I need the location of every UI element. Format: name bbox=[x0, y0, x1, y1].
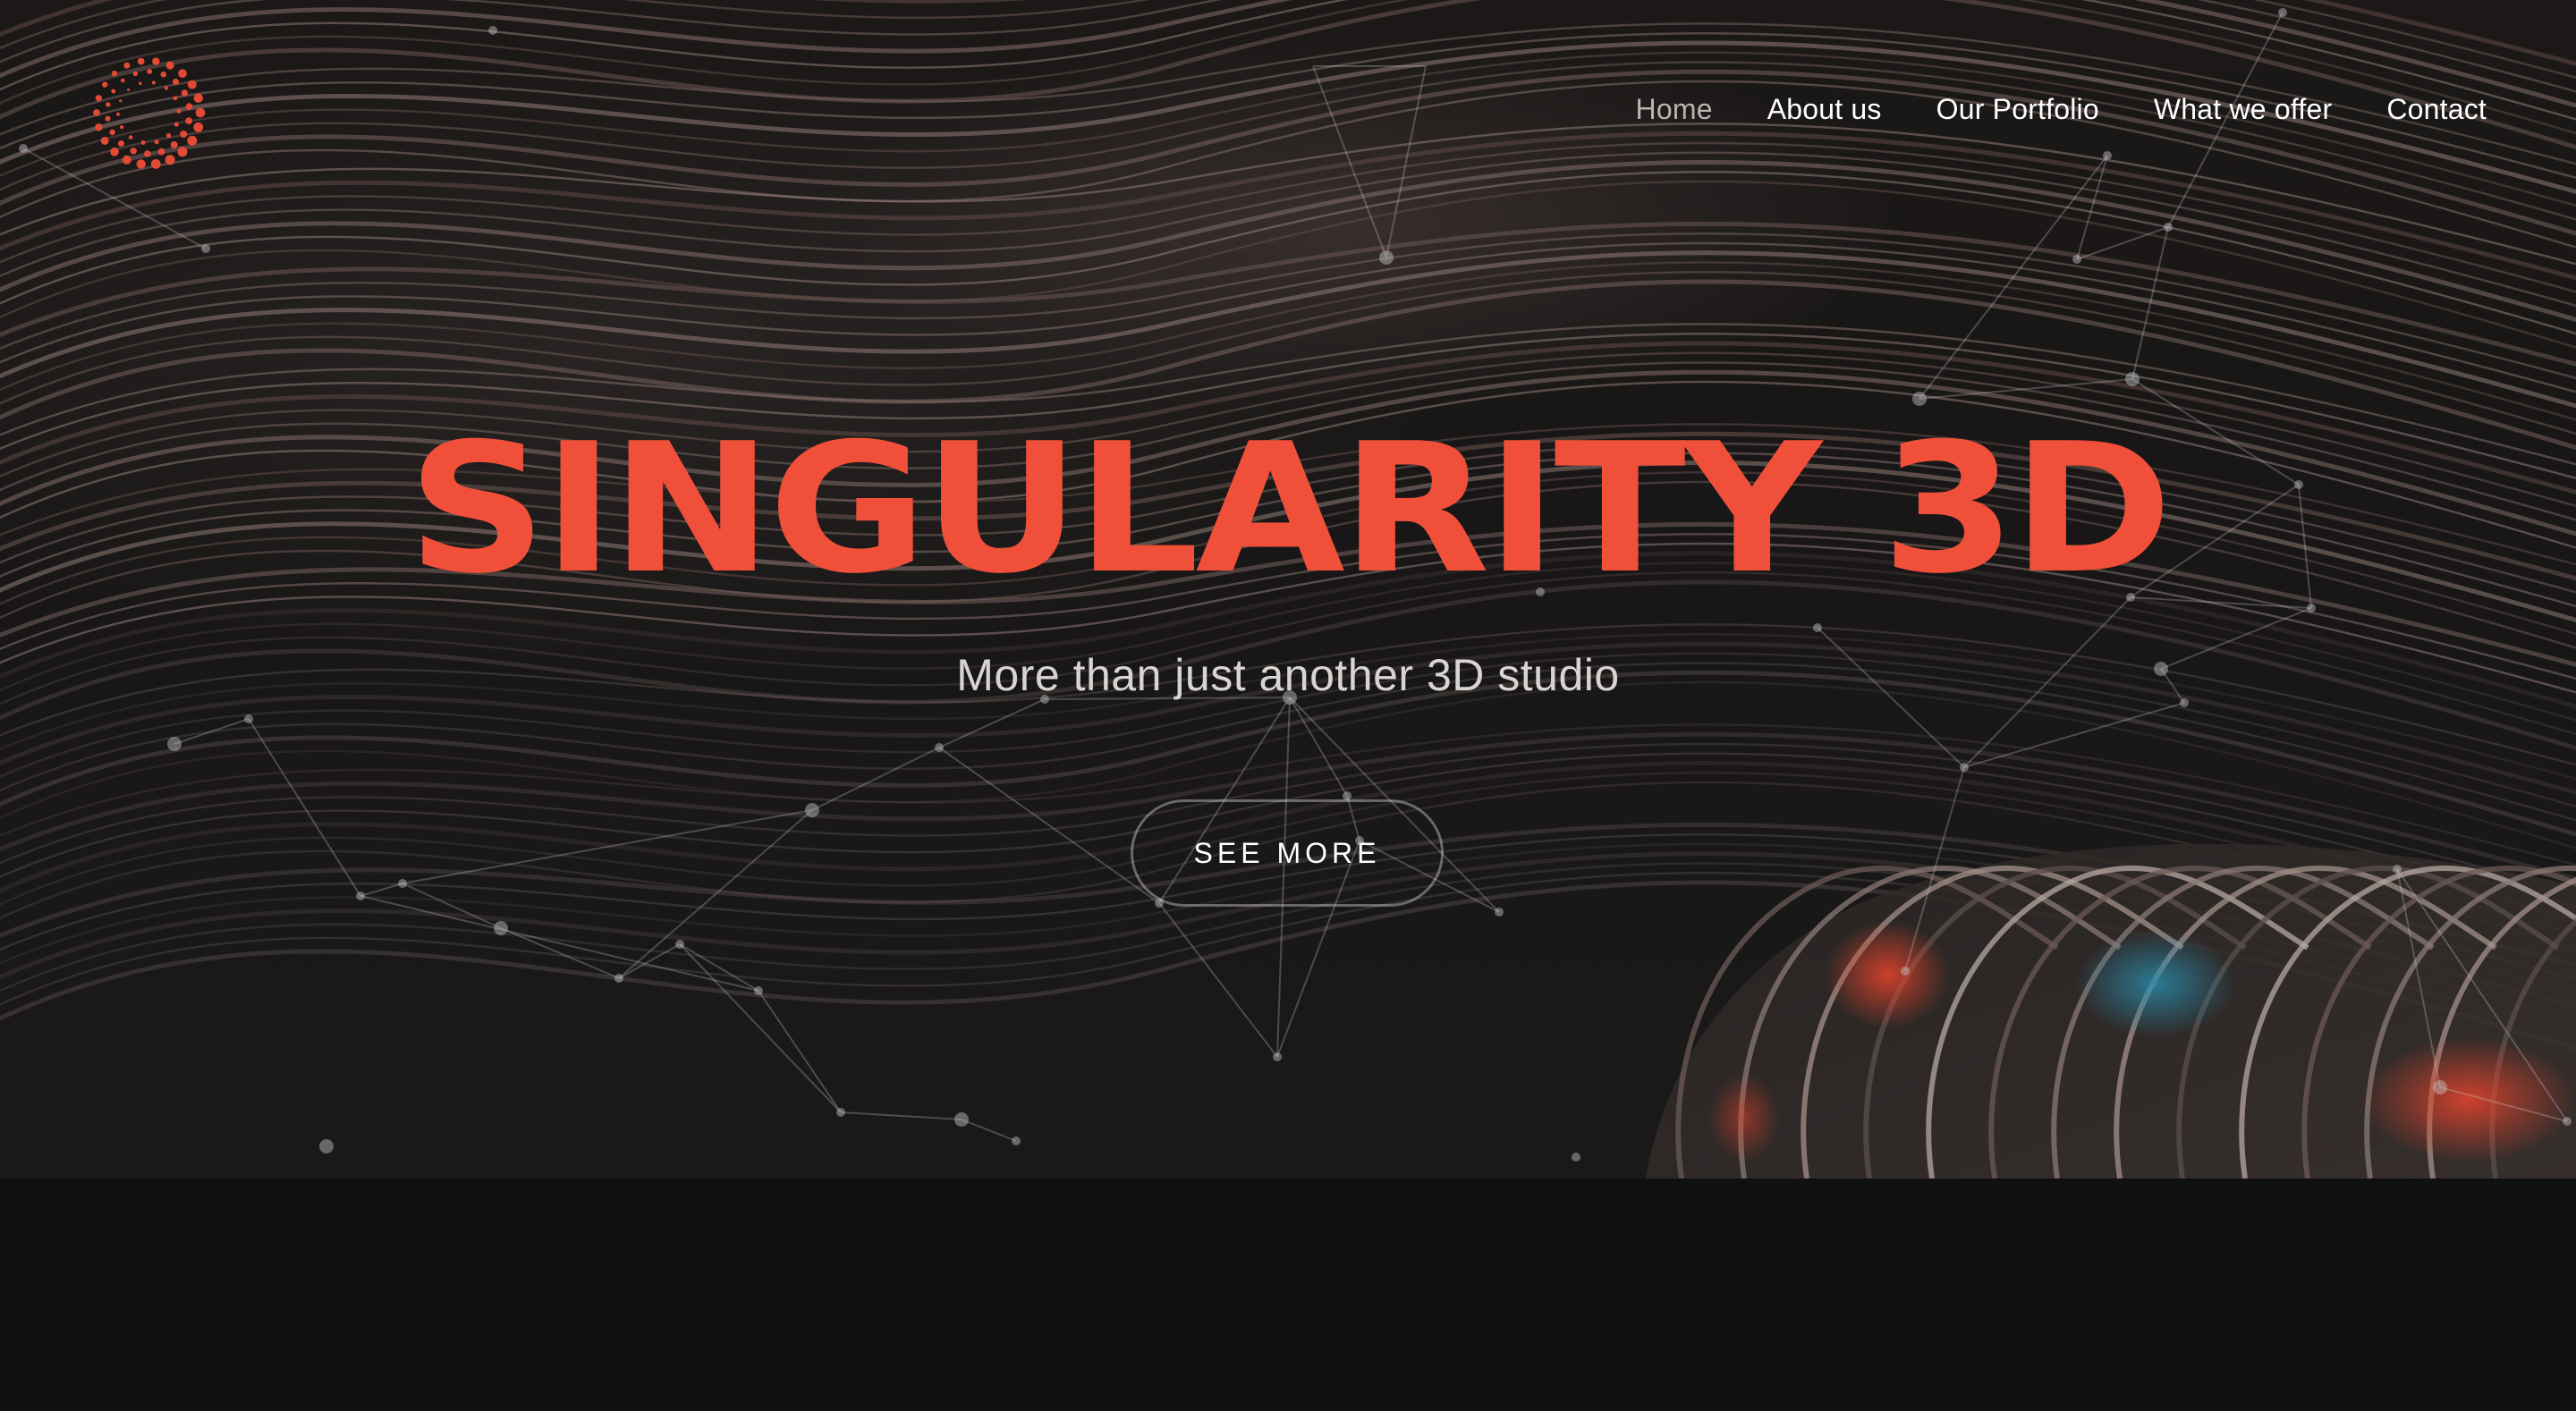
nav-item-home[interactable]: Home bbox=[1636, 93, 1713, 126]
nav-item-about-us[interactable]: About us bbox=[1767, 93, 1882, 126]
next-section bbox=[0, 1179, 2576, 1411]
dotted-ring-logo-icon[interactable] bbox=[86, 50, 211, 175]
nav-item-our-portfolio[interactable]: Our Portfolio bbox=[1936, 93, 2099, 126]
nav-item-contact[interactable]: Contact bbox=[2386, 93, 2487, 126]
main-navigation: Home About us Our Portfolio What we offe… bbox=[1636, 93, 2487, 126]
hero-subtitle: More than just another 3D studio bbox=[956, 650, 1620, 700]
hero-title: SINGULARITY 3D bbox=[407, 405, 2173, 613]
see-more-button[interactable]: SEE MORE bbox=[1131, 799, 1444, 907]
nav-item-what-we-offer[interactable]: What we offer bbox=[2154, 93, 2332, 126]
hero-section: Home About us Our Portfolio What we offe… bbox=[0, 0, 2576, 1179]
